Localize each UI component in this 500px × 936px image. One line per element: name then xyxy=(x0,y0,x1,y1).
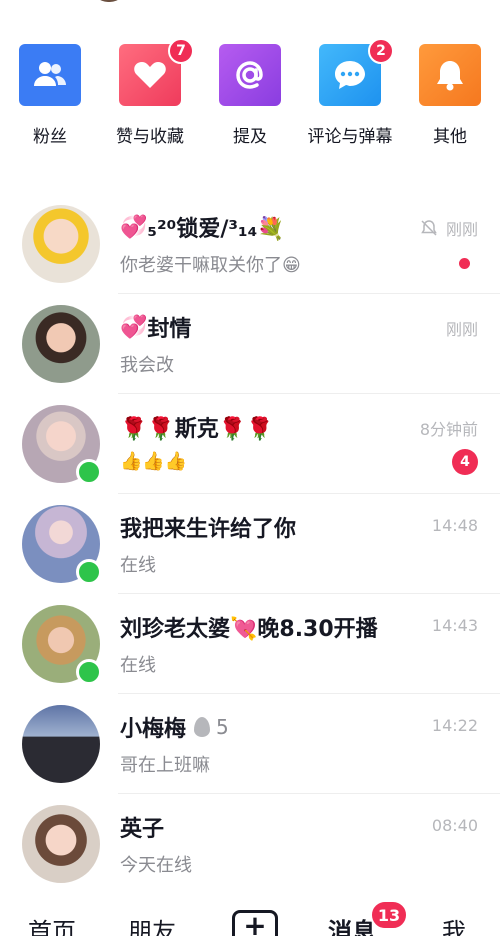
mentions-label: 提及 xyxy=(233,127,267,147)
chat-name: 🌹🌹斯克🌹🌹 xyxy=(120,417,274,442)
chat-name: 💞 封情 xyxy=(120,314,192,343)
avatar xyxy=(22,805,100,883)
chat-item[interactable]: 小梅梅 5 哥在上班嘛 14:22 xyxy=(0,694,500,794)
messages-badge: 13 xyxy=(370,900,408,930)
other-label: 其他 xyxy=(433,127,467,147)
chat-name: 我把来生许给了你 xyxy=(120,517,297,542)
likes-shortcut[interactable]: 7 赞与收藏 xyxy=(95,38,205,154)
avatar xyxy=(22,205,100,283)
bottom-tab-bar: 首页 朋友 + 消息 13 我 xyxy=(0,900,500,936)
chat-item[interactable]: 英子 今天在线 08:40 xyxy=(0,794,500,894)
streak-count: 5 xyxy=(216,715,229,739)
chat-preview: 在线 xyxy=(120,655,156,676)
chat-time: 14:22 xyxy=(431,716,478,735)
chat-preview: 哥在上班嘛 xyxy=(120,755,210,776)
unread-badge: 4 xyxy=(452,449,478,475)
avatar xyxy=(22,305,100,383)
chat-preview: 你老婆干嘛取关你了😁 xyxy=(120,255,301,276)
comments-badge: 2 xyxy=(368,38,394,64)
profile-avatar-edge xyxy=(92,0,126,2)
chat-time: 8分钟前 xyxy=(419,420,478,439)
mute-bell-icon xyxy=(421,220,437,236)
other-shortcut[interactable]: 其他 xyxy=(395,44,500,154)
create-button[interactable]: + xyxy=(232,910,278,936)
comments-shortcut[interactable]: 2 评论与弹幕 xyxy=(295,38,405,154)
fans-shortcut[interactable]: 粉丝 xyxy=(0,44,105,154)
fans-icon xyxy=(19,44,81,106)
at-icon xyxy=(219,44,281,106)
chat-item[interactable]: 刘珍老太婆💘晚8.30开播 在线 14:43 xyxy=(0,594,500,694)
tab-me[interactable]: 我 xyxy=(442,912,466,936)
notification-shortcuts: 粉丝 7 赞与收藏 提及 2 评论与弹幕 其他 xyxy=(0,38,500,154)
likes-badge: 7 xyxy=(168,38,194,64)
tab-messages[interactable]: 消息 xyxy=(328,912,376,936)
fans-label: 粉丝 xyxy=(33,127,67,147)
likes-label: 赞与收藏 xyxy=(116,127,184,147)
chat-item[interactable]: 🌹🌹斯克🌹🌹 👍👍👍 8分钟前 4 xyxy=(0,394,500,494)
chat-item[interactable]: 💞 ₅²⁰锁爱/³₁₄💐 你老婆干嘛取关你了😁 刚刚 xyxy=(0,194,500,294)
online-indicator xyxy=(76,659,102,685)
chat-list: 💞 ₅²⁰锁爱/³₁₄💐 你老婆干嘛取关你了😁 刚刚 💞 封情 我会改 刚刚 🌹🌹斯… xyxy=(0,194,500,894)
chat-preview: 我会改 xyxy=(120,355,174,376)
chat-time: 08:40 xyxy=(431,816,478,835)
chat-item[interactable]: 我把来生许给了你 在线 14:48 xyxy=(0,494,500,594)
chat-name: 英子 xyxy=(120,817,165,842)
avatar xyxy=(22,705,100,783)
chat-time: 刚刚 xyxy=(420,216,478,240)
bell-icon xyxy=(419,44,481,106)
tab-friends[interactable]: 朋友 xyxy=(128,912,176,936)
unread-dot xyxy=(459,258,470,269)
comments-label: 评论与弹幕 xyxy=(307,127,393,147)
online-indicator xyxy=(76,559,102,585)
online-indicator xyxy=(76,459,102,485)
chat-name: 刘珍老太婆💘晚8.30开播 xyxy=(120,617,378,642)
tab-home[interactable]: 首页 xyxy=(28,912,76,936)
chat-time: 14:43 xyxy=(431,616,478,635)
flame-icon xyxy=(194,717,211,737)
chat-item[interactable]: 💞 封情 我会改 刚刚 xyxy=(0,294,500,394)
chat-preview: 👍👍👍 xyxy=(120,451,188,472)
chat-name: 小梅梅 5 xyxy=(120,715,229,742)
chat-preview: 今天在线 xyxy=(120,855,192,876)
chat-time: 14:48 xyxy=(431,516,478,535)
mentions-shortcut[interactable]: 提及 xyxy=(195,44,305,154)
chat-preview: 在线 xyxy=(120,555,156,576)
chat-time: 刚刚 xyxy=(445,320,478,339)
chat-name: 💞 ₅²⁰锁爱/³₁₄💐 xyxy=(120,214,285,243)
